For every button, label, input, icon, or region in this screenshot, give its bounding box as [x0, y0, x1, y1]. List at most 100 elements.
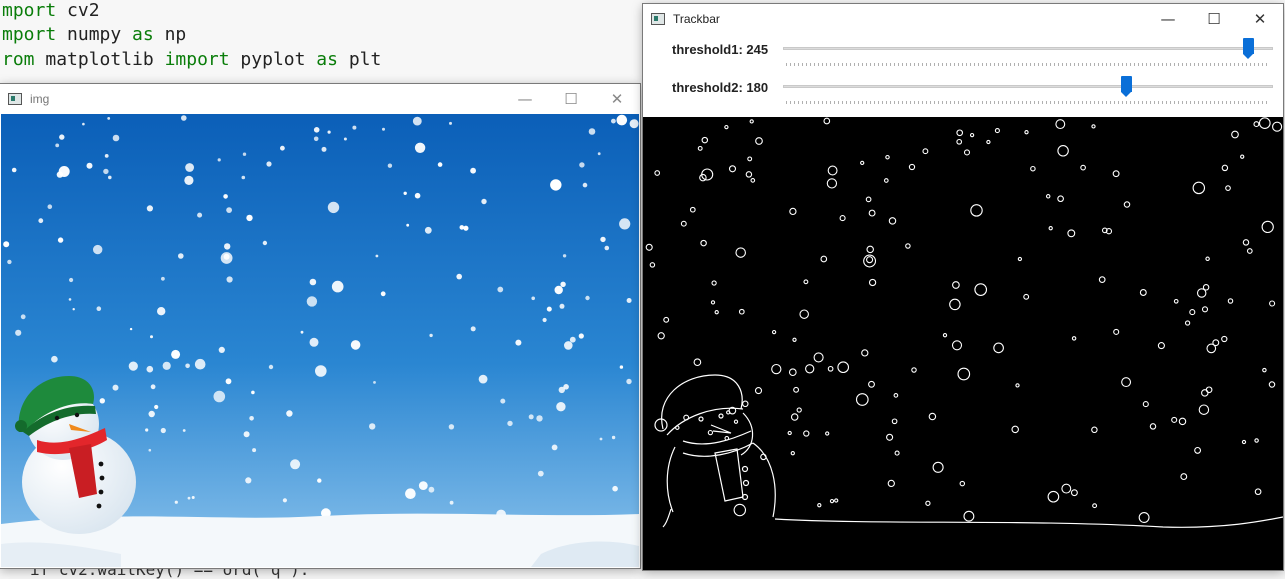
snowflake [373, 381, 376, 384]
snowflake [612, 485, 618, 492]
snowflake [448, 424, 455, 430]
snowflake [459, 225, 465, 230]
minimize-button[interactable]: — [502, 84, 548, 114]
snowflake [178, 253, 184, 259]
snowflake [481, 198, 487, 205]
snowflake [150, 335, 153, 339]
snowflake [551, 444, 558, 451]
snowflake [217, 158, 221, 162]
snowflake [619, 218, 631, 230]
snowflake [579, 162, 585, 168]
snowflake [559, 303, 565, 309]
snowflake [449, 121, 452, 125]
snowflake [72, 308, 75, 311]
snowflake [150, 384, 156, 390]
snowflake [59, 134, 65, 140]
snowflake [463, 225, 469, 231]
snowflake [213, 390, 226, 403]
snowflake [542, 317, 547, 323]
snowflake [550, 179, 562, 191]
snowflake [313, 136, 319, 142]
img-window[interactable]: img — ☐ ✕ [0, 84, 640, 568]
snowflake [290, 459, 301, 470]
snowflake [245, 477, 252, 484]
threshold2-track[interactable] [783, 85, 1273, 88]
trackbar-window[interactable]: Trackbar — ☐ ✕ threshold1: 245 threshold… [643, 4, 1283, 570]
snowflake [560, 281, 566, 287]
snowflake [619, 365, 624, 369]
snowflake [266, 161, 272, 167]
snowflake [51, 355, 58, 363]
close-button[interactable]: ✕ [594, 84, 640, 114]
snowflake [224, 243, 231, 250]
snowflake [226, 276, 233, 283]
snowflake [146, 365, 154, 373]
snowflake [569, 336, 576, 343]
snowflake [321, 146, 327, 152]
snowflake [280, 145, 285, 151]
snowflake [191, 496, 195, 499]
snowflake [194, 358, 206, 370]
threshold1-slider-thumb[interactable] [1243, 38, 1255, 59]
code-line-2: mport numpy as np [2, 24, 187, 45]
snowflake [428, 486, 435, 493]
snowflake [564, 341, 573, 350]
threshold2-slider-thumb[interactable] [1121, 76, 1133, 97]
snowflake [403, 191, 407, 195]
snowflake [375, 254, 379, 258]
snowflake [282, 498, 287, 503]
snowflake [414, 192, 421, 199]
snowflake [148, 448, 152, 452]
snowflake [515, 339, 522, 346]
minimize-button[interactable]: — [1145, 4, 1191, 34]
snowflake [184, 175, 194, 185]
snowflake [103, 168, 109, 175]
snowflake [161, 276, 165, 281]
snowflake [182, 429, 186, 432]
snowflake [317, 478, 322, 483]
snowflake [604, 245, 610, 251]
snowflake [185, 363, 190, 369]
snowflake [223, 253, 230, 260]
threshold1-track[interactable] [783, 47, 1273, 50]
snowflake [531, 296, 535, 301]
snowflake [382, 127, 385, 131]
snowflake [15, 329, 22, 336]
snowflake [352, 125, 357, 130]
window-title: Trackbar [673, 12, 720, 26]
img-titlebar[interactable]: img — ☐ ✕ [0, 84, 640, 114]
snowflake [96, 306, 102, 311]
snowflake [380, 291, 386, 297]
snowflake [160, 427, 166, 434]
close-button[interactable]: ✕ [1237, 4, 1283, 34]
maximize-button[interactable]: ☐ [548, 84, 594, 114]
snowflake [412, 116, 422, 126]
snowflake [99, 398, 106, 404]
snowflake [187, 496, 191, 500]
maximize-button[interactable]: ☐ [1191, 4, 1237, 34]
snowflake [418, 481, 428, 490]
snowflake [313, 127, 320, 133]
snowflake [128, 361, 138, 371]
snowflake [226, 207, 233, 213]
snowflake [585, 295, 590, 301]
snowflake [599, 437, 603, 441]
snowflake [249, 416, 254, 421]
threshold1-trackbar[interactable]: threshold1: 245 [643, 36, 1283, 72]
snowflake [55, 143, 60, 148]
snowflake [424, 226, 432, 234]
snowflake [171, 349, 181, 359]
snowflake [82, 122, 85, 126]
snowflake [600, 236, 606, 243]
threshold2-ticks [786, 101, 1270, 104]
snowflake [107, 117, 111, 120]
snowflake [578, 333, 584, 339]
snowflake [3, 241, 10, 248]
snowflake [286, 410, 293, 417]
snowflake [611, 118, 616, 124]
threshold2-trackbar[interactable]: threshold2: 180 [643, 74, 1283, 110]
trackbar-titlebar[interactable]: Trackbar — ☐ ✕ [643, 4, 1283, 34]
snowflake [406, 223, 410, 227]
snowflake [429, 333, 433, 338]
snowflake [268, 364, 274, 370]
